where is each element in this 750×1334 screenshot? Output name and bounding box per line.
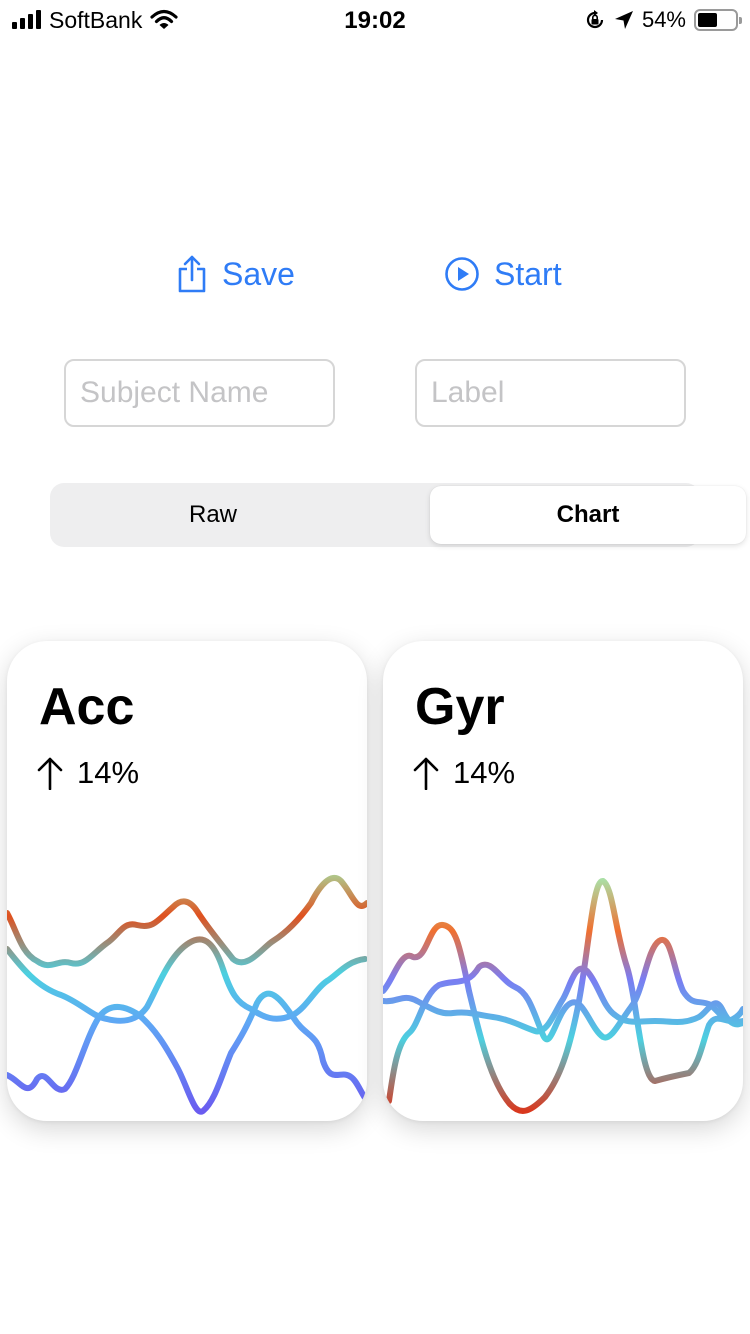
acc-trend-value: 14% [77, 755, 140, 790]
location-arrow-icon [614, 11, 633, 29]
gyr-trend: 14% [413, 755, 515, 791]
acc-card-title: Acc [39, 678, 135, 736]
acc-series-line [7, 874, 367, 968]
save-button[interactable]: Save [176, 252, 295, 296]
subject-name-input[interactable] [64, 359, 335, 427]
acc-card[interactable]: Acc 14% [7, 641, 367, 1121]
status-bar: SoftBank 19:02 54% [0, 0, 750, 40]
start-label: Start [494, 255, 562, 292]
gyr-card-title: Gyr [415, 678, 505, 736]
label-input[interactable] [415, 359, 686, 427]
segment-chart[interactable]: Chart [430, 486, 746, 544]
acc-series-line [7, 936, 367, 1024]
start-button[interactable]: Start [444, 252, 562, 296]
battery-level [698, 13, 718, 27]
battery-percent: 54% [641, 7, 686, 32]
view-mode-segmented-control: Raw Chart [50, 483, 746, 547]
play-circle-icon [445, 257, 479, 291]
save-label: Save [222, 255, 295, 292]
arrow-up-icon [37, 757, 63, 790]
orientation-lock-icon [586, 10, 604, 29]
segment-raw[interactable]: Raw [53, 486, 373, 544]
share-icon [178, 255, 206, 293]
screen: SoftBank 19:02 54% Save Start Subject Na… [0, 0, 750, 1334]
arrow-up-icon [413, 757, 439, 790]
gyr-trend-value: 14% [453, 755, 516, 790]
status-right: 54% [584, 7, 742, 33]
acc-series-line [7, 990, 367, 1115]
acc-trend: 14% [37, 755, 139, 791]
battery-icon [694, 9, 742, 31]
gyr-card[interactable]: Gyr 14% [383, 641, 743, 1121]
